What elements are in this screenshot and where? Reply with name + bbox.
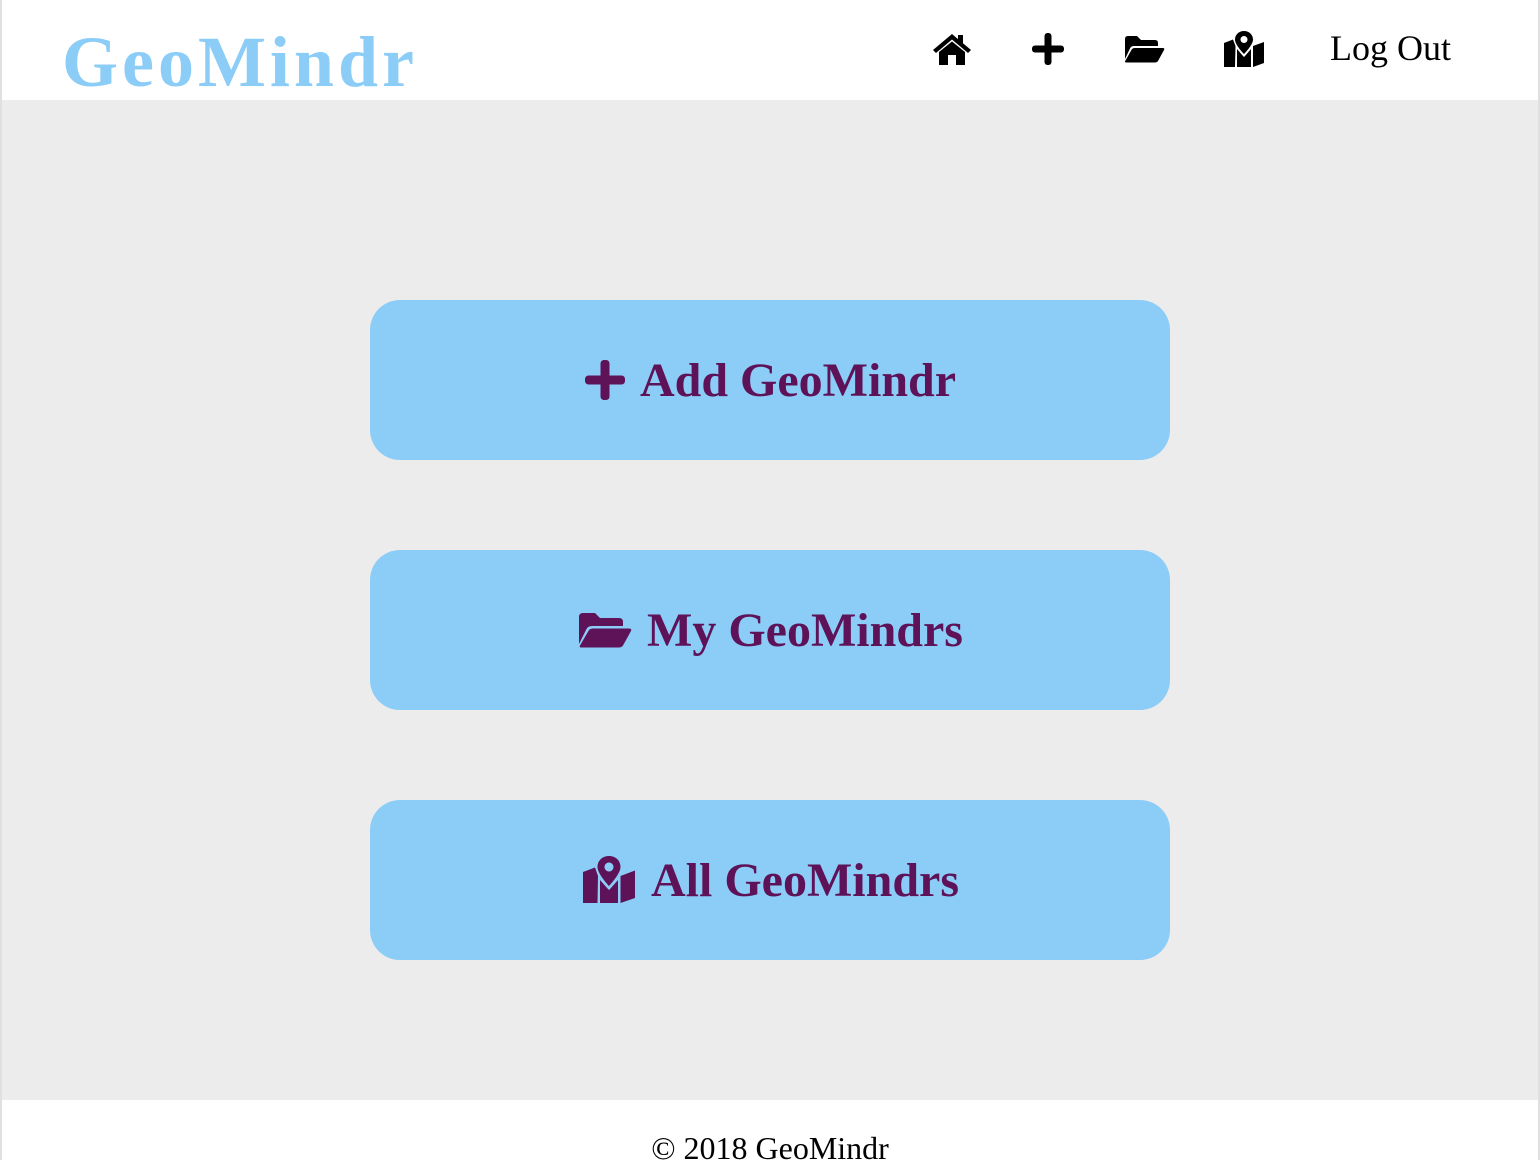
nav-add-button[interactable] — [1024, 27, 1072, 71]
nav-my-button[interactable] — [1120, 27, 1168, 71]
copyright-text: © 2018 GeoMindr — [651, 1130, 889, 1160]
folder-open-icon — [1124, 36, 1165, 63]
map-marked-icon — [1224, 31, 1264, 67]
plus-icon — [1032, 33, 1064, 65]
folder-open-icon — [577, 611, 633, 649]
main-content: Add GeoMindr My GeoMindrs All GeoMindrs — [2, 100, 1538, 1100]
footer: © 2018 GeoMindr — [2, 1100, 1538, 1160]
home-icon — [933, 34, 971, 65]
my-geomindrs-label: My GeoMindrs — [647, 603, 963, 657]
nav-all-button[interactable] — [1220, 27, 1268, 71]
add-geomindr-button[interactable]: Add GeoMindr — [370, 300, 1170, 460]
plus-icon — [584, 359, 626, 401]
all-geomindrs-label: All GeoMindrs — [651, 853, 959, 907]
logout-link[interactable]: Log Out — [1330, 30, 1451, 66]
all-geomindrs-button[interactable]: All GeoMindrs — [370, 800, 1170, 960]
my-geomindrs-button[interactable]: My GeoMindrs — [370, 550, 1170, 710]
nav-home-button[interactable] — [928, 27, 976, 71]
logo[interactable]: GeoMindr — [62, 26, 418, 100]
map-marked-icon — [581, 855, 637, 905]
add-geomindr-label: Add GeoMindr — [639, 353, 957, 407]
header: GeoMindr Log Out — [2, 0, 1538, 100]
